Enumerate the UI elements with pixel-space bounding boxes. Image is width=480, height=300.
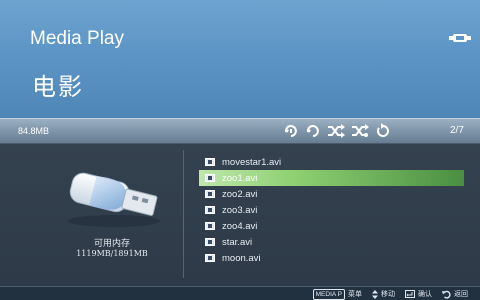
video-file-icon [205, 174, 215, 182]
usb-drive-icon [68, 172, 160, 227]
shuffle-icon[interactable] [327, 123, 345, 139]
file-item-moon[interactable]: moon.avi [199, 250, 464, 266]
move-hint: 移动 [372, 289, 395, 299]
refresh-icon[interactable] [375, 123, 391, 139]
file-name: zoo2.avi [222, 188, 258, 200]
playback-mode-icons [283, 123, 391, 139]
file-name: zoo3.avi [222, 204, 258, 216]
back-hint: 返回 [442, 289, 468, 299]
file-item-zoo2[interactable]: zoo2.avi [199, 186, 464, 202]
repeat-all-icon[interactable] [305, 123, 321, 139]
section-title: 电影 [32, 73, 84, 101]
file-item-movestar1[interactable]: movestar1.avi [199, 154, 464, 170]
up-down-arrows-icon [372, 289, 378, 299]
storage-size: 84.8MB [18, 126, 50, 136]
file-item-zoo1-selected[interactable]: zoo1.avi [199, 170, 464, 186]
file-name: zoo1.avi [222, 172, 258, 184]
media-key-badge: MEDIA P [312, 288, 345, 300]
video-file-icon [205, 254, 215, 262]
repeat-one-icon[interactable] [283, 123, 299, 139]
video-file-icon [205, 158, 215, 166]
back-arrow-icon [442, 290, 451, 299]
file-name: moon.avi [222, 252, 261, 264]
file-list: movestar1.avi zoo1.avi zoo2.avi zoo3.avi… [199, 154, 464, 266]
video-file-icon [205, 190, 215, 198]
file-item-zoo3[interactable]: zoo3.avi [199, 202, 464, 218]
usb-device-icon [449, 34, 471, 42]
app-title: Media Play [30, 28, 124, 49]
file-item-star[interactable]: star.avi [199, 234, 464, 250]
file-name: star.avi [222, 236, 253, 248]
divider [183, 150, 184, 278]
status-bar: 84.8MB 2/7 [0, 118, 480, 144]
available-memory-value: 1119MB/1891MB [76, 249, 148, 258]
file-name: movestar1.avi [222, 156, 282, 168]
move-hint-label: 移动 [381, 290, 395, 298]
video-file-icon [205, 222, 215, 230]
video-file-icon [205, 238, 215, 246]
available-memory-label: 可用内存 [93, 239, 130, 249]
enter-key-icon [405, 290, 415, 298]
confirm-hint-label: 确认 [418, 290, 432, 298]
video-file-icon [205, 206, 215, 214]
menu-hint-label: 菜单 [348, 290, 362, 298]
header: Media Play 电影 [0, 0, 480, 118]
footer-hint-bar: MEDIA P 菜单 移动 确认 返回 [0, 286, 480, 300]
page-indicator: 2/7 [450, 125, 464, 136]
menu-hint: MEDIA P 菜单 [312, 288, 362, 300]
shuffle-repeat-icon[interactable] [351, 123, 369, 139]
confirm-hint: 确认 [405, 289, 432, 299]
back-hint-label: 返回 [454, 290, 468, 298]
file-item-zoo4[interactable]: zoo4.avi [199, 218, 464, 234]
file-name: zoo4.avi [222, 220, 258, 232]
